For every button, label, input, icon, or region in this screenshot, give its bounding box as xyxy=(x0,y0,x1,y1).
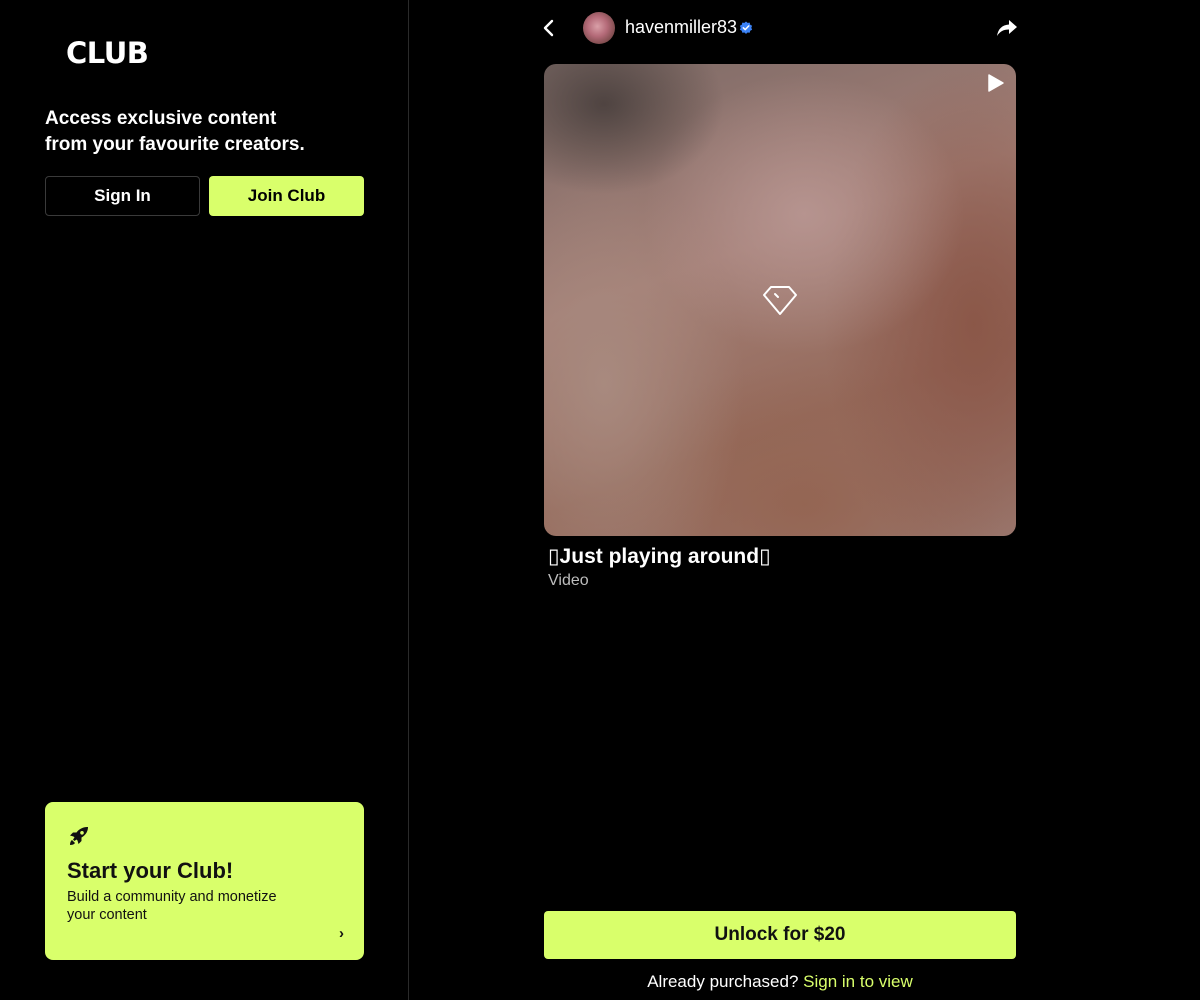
promo-title: Start your Club! xyxy=(67,858,234,883)
tagline: Access exclusive content from your favou… xyxy=(45,106,345,158)
play-icon[interactable] xyxy=(984,72,1006,94)
avatar[interactable] xyxy=(583,12,615,44)
share-icon[interactable] xyxy=(995,17,1019,39)
creator-username[interactable]: havenmiller83 xyxy=(625,17,737,38)
sign-in-button[interactable]: Sign In xyxy=(45,176,200,216)
post-title: ▯Just playing around▯ xyxy=(548,545,771,568)
sign-in-to-view-link[interactable]: Sign in to view xyxy=(803,972,913,991)
verified-badge-icon xyxy=(739,21,753,34)
post-type: Video xyxy=(548,572,589,589)
club-logo[interactable]: CLUB xyxy=(66,36,149,70)
diamond-lock-icon xyxy=(763,286,797,315)
rocket-icon xyxy=(70,827,88,845)
chevron-right-icon: › xyxy=(339,925,344,942)
sidebar: CLUB Access exclusive content from your … xyxy=(0,0,409,1000)
tagline-line-1: Access exclusive content xyxy=(45,108,277,129)
already-purchased-text: Already purchased? xyxy=(647,972,799,991)
already-purchased-row: Already purchased? Sign in to view xyxy=(544,972,1016,992)
unlock-button[interactable]: Unlock for $20 xyxy=(544,911,1016,959)
blurred-video-preview[interactable] xyxy=(544,64,1016,536)
promo-description: Build a community and monetize your cont… xyxy=(67,889,277,923)
chevron-left-icon[interactable] xyxy=(538,16,560,40)
join-club-button[interactable]: Join Club xyxy=(209,176,364,216)
start-club-card[interactable]: Start your Club! Build a community and m… xyxy=(45,802,364,960)
tagline-line-2: from your favourite creators. xyxy=(45,134,305,155)
